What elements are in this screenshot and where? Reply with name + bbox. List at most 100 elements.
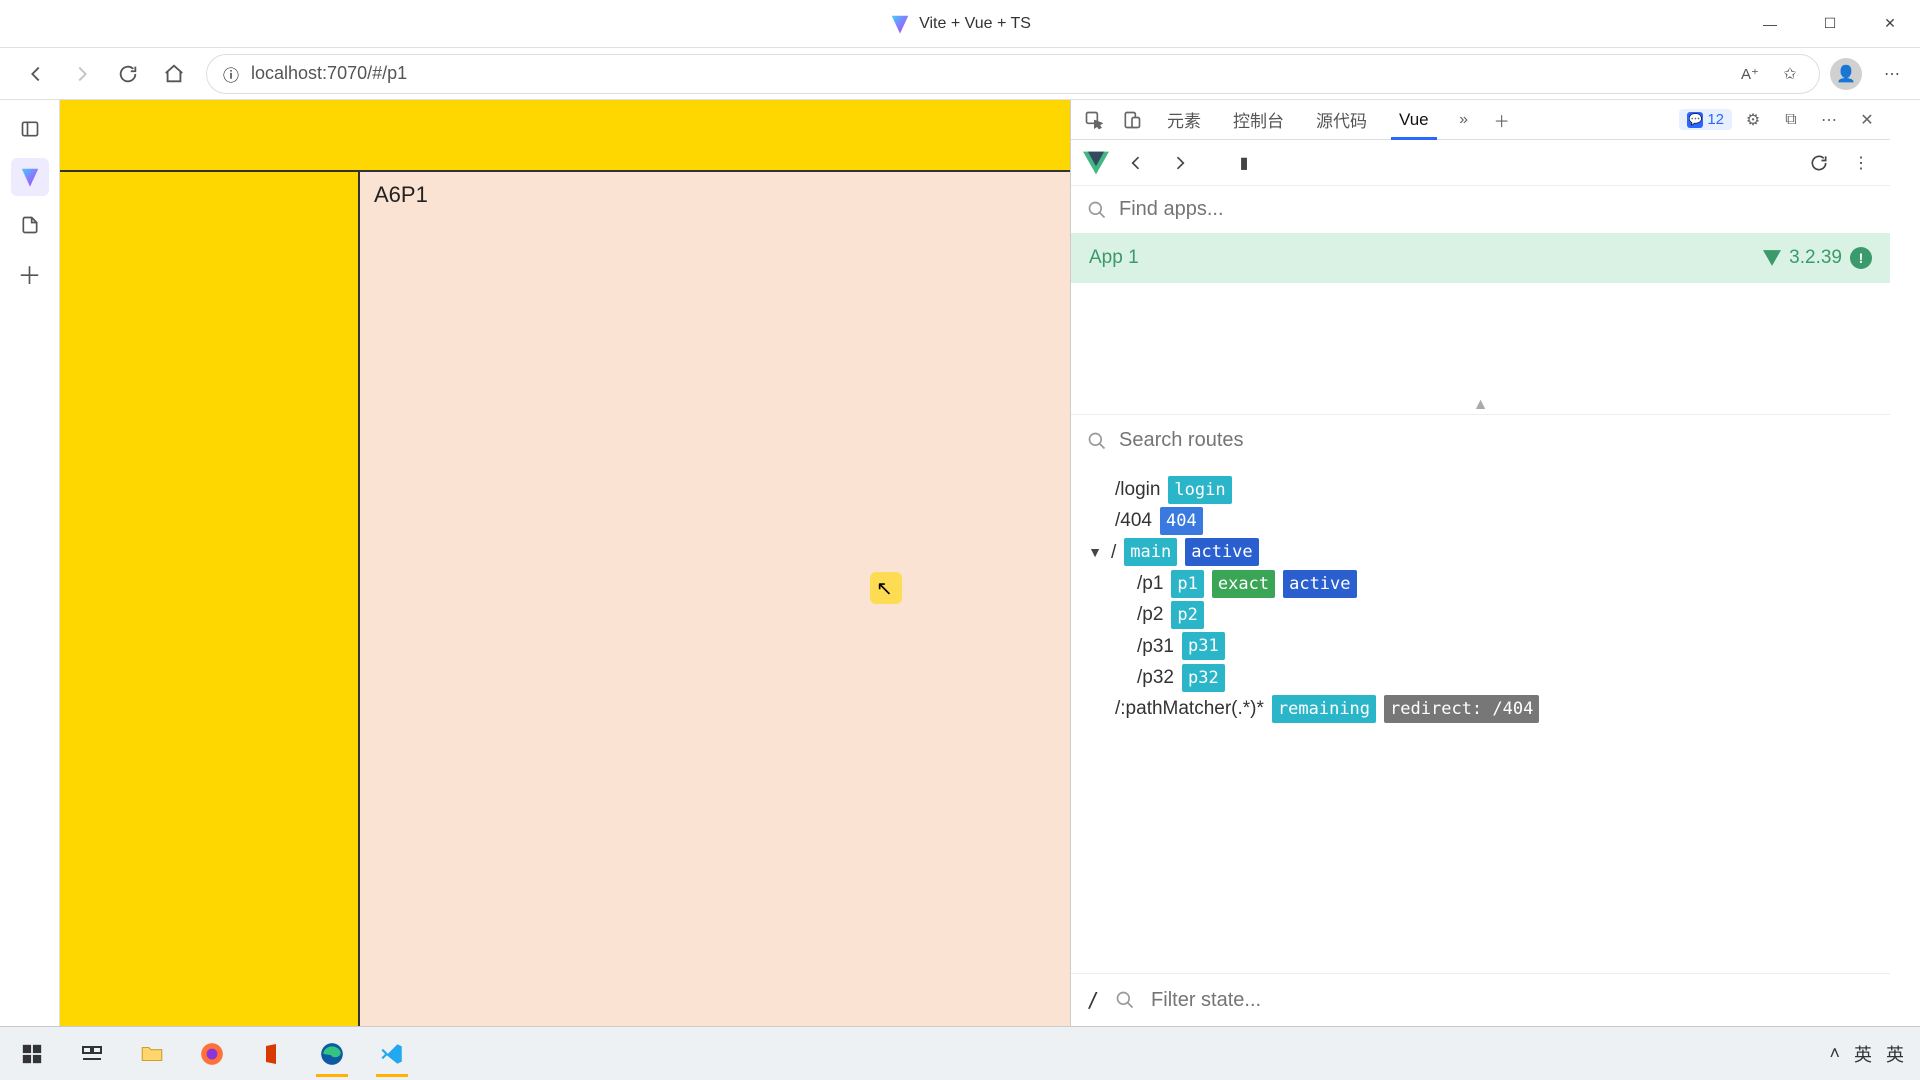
find-apps-input[interactable] bbox=[1119, 198, 1874, 221]
explorer-button[interactable] bbox=[126, 1033, 178, 1075]
profile-button[interactable]: 👤 bbox=[1826, 54, 1866, 94]
rendered-page: A6P1 ↖ bbox=[60, 100, 1070, 1026]
vscode-button[interactable] bbox=[366, 1033, 418, 1075]
filter-state-input[interactable] bbox=[1151, 989, 1874, 1012]
route-tag: p2 bbox=[1171, 601, 1203, 629]
route-tag: exact bbox=[1212, 570, 1275, 598]
issues-badge[interactable]: 💬12 bbox=[1679, 109, 1732, 130]
favorite-icon[interactable]: ✩ bbox=[1777, 61, 1803, 87]
app-entry[interactable]: App 1 3.2.39 ! bbox=[1071, 233, 1890, 283]
address-bar[interactable]: ⓘ localhost:7070/#/p1 A⁺ ✩ bbox=[206, 54, 1820, 94]
vue-logo-icon bbox=[1083, 150, 1109, 176]
route-path: /404 bbox=[1115, 505, 1152, 536]
route-tag: p31 bbox=[1182, 632, 1225, 660]
inspect-element-icon[interactable] bbox=[1077, 103, 1111, 137]
warning-badge-icon[interactable]: ! bbox=[1850, 247, 1872, 269]
edge-button[interactable] bbox=[306, 1033, 358, 1075]
read-aloud-icon[interactable]: A⁺ bbox=[1737, 61, 1763, 87]
reload-button[interactable] bbox=[108, 54, 148, 94]
tab-vue[interactable]: Vue bbox=[1385, 100, 1443, 139]
content-heading: A6P1 bbox=[374, 182, 428, 207]
route-tag: active bbox=[1185, 538, 1258, 566]
devtools-dock-icon[interactable]: ⧉ bbox=[1774, 103, 1808, 137]
vue-components-icon[interactable]: ▮ bbox=[1227, 146, 1261, 180]
vue-small-icon bbox=[1763, 249, 1781, 267]
route-tag: redirect: /404 bbox=[1384, 695, 1539, 723]
route-tag: active bbox=[1283, 570, 1356, 598]
home-button[interactable] bbox=[154, 54, 194, 94]
tab-sources[interactable]: 源代码 bbox=[1302, 100, 1381, 139]
page-banner bbox=[60, 100, 1070, 170]
route-tag: 404 bbox=[1160, 507, 1203, 535]
tab-console[interactable]: 控制台 bbox=[1219, 100, 1298, 139]
route-path: /p31 bbox=[1137, 631, 1174, 662]
window-maximize-button[interactable]: ☐ bbox=[1800, 0, 1860, 48]
devtools-close-icon[interactable]: ✕ bbox=[1850, 103, 1884, 137]
route-line[interactable]: /p32 p32 bbox=[1087, 662, 1874, 693]
search-routes-row[interactable] bbox=[1071, 415, 1890, 466]
current-path: / bbox=[1087, 988, 1099, 1012]
window-minimize-button[interactable]: ― bbox=[1740, 0, 1800, 48]
devtools-more-icon[interactable]: ⋯ bbox=[1812, 103, 1846, 137]
tab-blank[interactable] bbox=[11, 206, 49, 244]
find-apps-row[interactable] bbox=[1071, 186, 1890, 233]
app-name: App 1 bbox=[1089, 247, 1139, 269]
back-button[interactable] bbox=[16, 54, 56, 94]
vue-refresh-icon[interactable] bbox=[1802, 146, 1836, 180]
tab-elements[interactable]: 元素 bbox=[1153, 100, 1215, 139]
new-tab-button[interactable]: ＋ bbox=[11, 254, 49, 292]
route-line[interactable]: /404 404 bbox=[1087, 505, 1874, 536]
route-path: /:pathMatcher(.*)* bbox=[1115, 693, 1264, 724]
search-icon bbox=[1087, 200, 1107, 220]
ime-indicator-1[interactable]: 英 bbox=[1854, 1041, 1872, 1067]
route-line[interactable]: /p31 p31 bbox=[1087, 631, 1874, 662]
page-main-content: A6P1 ↖ bbox=[360, 172, 1070, 1026]
vertical-tab-strip: ＋ bbox=[0, 100, 60, 1026]
route-tag: remaining bbox=[1272, 695, 1376, 723]
route-line[interactable]: /p2p2 bbox=[1087, 599, 1874, 630]
vite-logo-icon bbox=[889, 13, 911, 35]
collapse-handle[interactable]: ▲ bbox=[1071, 393, 1890, 415]
forward-button bbox=[62, 54, 102, 94]
route-path: /login bbox=[1115, 474, 1160, 505]
route-tag: p32 bbox=[1182, 664, 1225, 692]
browser-menu-button[interactable]: ⋯ bbox=[1872, 54, 1912, 94]
search-routes-input[interactable] bbox=[1119, 429, 1874, 452]
devtools-settings-icon[interactable]: ⚙ bbox=[1736, 103, 1770, 137]
window-close-button[interactable]: ✕ bbox=[1860, 0, 1920, 48]
device-toggle-icon[interactable] bbox=[1115, 103, 1149, 137]
route-line[interactable]: /p1 p1 exact active bbox=[1087, 568, 1874, 599]
start-button[interactable] bbox=[6, 1033, 58, 1075]
vue-more-icon[interactable]: ⋮ bbox=[1844, 146, 1878, 180]
more-tabs-icon[interactable]: » bbox=[1447, 103, 1481, 137]
devtools-panel: 元素 控制台 源代码 Vue » ＋ 💬12 ⚙ ⧉ ⋯ ✕ ▮ bbox=[1070, 100, 1890, 1026]
search-icon bbox=[1087, 431, 1107, 451]
office-button[interactable] bbox=[246, 1033, 298, 1075]
windows-taskbar: ˄ 英 英 bbox=[0, 1026, 1920, 1080]
page-sidebar bbox=[60, 172, 360, 1026]
url-text: localhost:7070/#/p1 bbox=[251, 63, 407, 84]
site-info-icon[interactable]: ⓘ bbox=[223, 62, 239, 86]
vue-devtools-toolbar: ▮ ⋮ bbox=[1071, 140, 1890, 186]
route-tag: p1 bbox=[1171, 570, 1203, 598]
system-tray[interactable]: ˄ 英 英 bbox=[1829, 1041, 1914, 1067]
cursor-icon: ↖ bbox=[876, 576, 893, 601]
route-path: /p32 bbox=[1137, 662, 1174, 693]
route-line[interactable]: /login login bbox=[1087, 474, 1874, 505]
route-line[interactable]: ▼/mainactive bbox=[1087, 537, 1874, 568]
tab-list-toggle[interactable] bbox=[11, 110, 49, 148]
firefox-button[interactable] bbox=[186, 1033, 238, 1075]
route-tag: login bbox=[1168, 476, 1231, 504]
vue-back-button[interactable] bbox=[1119, 146, 1153, 180]
devtools-tab-bar: 元素 控制台 源代码 Vue » ＋ 💬12 ⚙ ⧉ ⋯ ✕ bbox=[1071, 100, 1890, 140]
ime-indicator-2[interactable]: 英 bbox=[1886, 1041, 1904, 1067]
route-line[interactable]: /:pathMatcher(.*)* remaining redirect: /40… bbox=[1087, 693, 1874, 724]
vue-forward-button[interactable] bbox=[1163, 146, 1197, 180]
tray-chevron-icon[interactable]: ˄ bbox=[1829, 1043, 1840, 1064]
add-tab-icon[interactable]: ＋ bbox=[1485, 103, 1519, 137]
tab-vite-app[interactable] bbox=[11, 158, 49, 196]
expand-icon[interactable]: ▼ bbox=[1087, 541, 1103, 564]
search-icon bbox=[1115, 990, 1135, 1010]
route-path: /p1 bbox=[1137, 568, 1163, 599]
task-view-button[interactable] bbox=[66, 1033, 118, 1075]
